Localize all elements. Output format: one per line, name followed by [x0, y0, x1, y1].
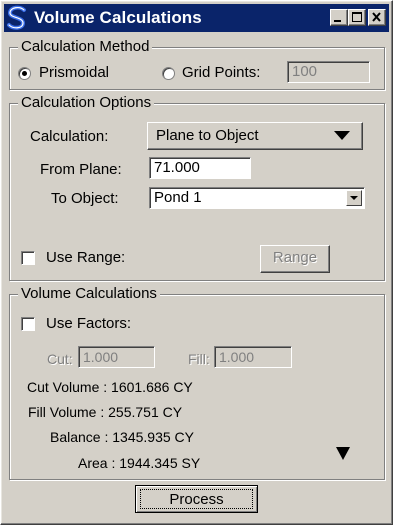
geopak-s-icon — [7, 5, 26, 30]
prismoidal-radio[interactable] — [18, 67, 31, 80]
to-object-select[interactable]: Pond 1 — [149, 187, 365, 209]
from-plane-input[interactable]: 71.000 — [149, 157, 251, 179]
calculation-method-legend: Calculation Method — [18, 38, 153, 56]
volume-calculations-group: Volume Calculations Use Factors: Cut: 1.… — [9, 285, 385, 480]
close-button[interactable] — [368, 9, 386, 26]
to-object-dropdown-button[interactable] — [346, 190, 362, 206]
balance-result: Balance : 1345.935 CY — [50, 429, 194, 445]
calculation-options-group: Calculation Options Calculation: Plane t… — [9, 94, 385, 281]
cut-volume-result: Cut Volume : 1601.686 CY — [27, 379, 193, 395]
minimize-button[interactable] — [330, 9, 348, 26]
to-object-value: Pond 1 — [154, 189, 202, 206]
process-button-label: Process — [140, 489, 253, 509]
volume-calculations-legend: Volume Calculations — [18, 285, 160, 303]
area-result: Area : 1944.345 SY — [78, 455, 201, 471]
fill-factor-input[interactable]: 1.000 — [214, 346, 292, 368]
calculation-method-group: Calculation Method Prismoidal Grid Point… — [9, 38, 385, 90]
process-button[interactable]: Process — [135, 485, 258, 513]
maximize-button[interactable] — [348, 9, 366, 26]
title-bar[interactable]: Volume Calculations — [4, 4, 389, 32]
to-object-label: To Object: — [51, 190, 119, 207]
calculation-label: Calculation: — [30, 128, 109, 145]
minimize-icon — [334, 20, 341, 22]
use-factors-label: Use Factors: — [46, 315, 132, 332]
grid-points-label: Grid Points: — [182, 64, 261, 81]
chevron-down-icon — [350, 196, 358, 200]
triangle-down-icon[interactable] — [336, 447, 350, 460]
from-plane-label: From Plane: — [40, 161, 122, 178]
prismoidal-label: Prismoidal — [39, 64, 110, 81]
use-factors-checkbox[interactable] — [21, 317, 35, 331]
cut-factor-label: Cut: — [47, 351, 73, 367]
calculation-options-legend: Calculation Options — [18, 94, 155, 112]
calculation-dropdown-value: Plane to Object — [156, 127, 259, 144]
fill-factor-label: Fill: — [188, 351, 210, 367]
fill-volume-result: Fill Volume : 255.751 CY — [28, 404, 183, 420]
close-icon — [372, 12, 381, 22]
range-button[interactable]: Range — [260, 245, 330, 273]
grid-points-input[interactable]: 100 — [287, 61, 370, 83]
window-title: Volume Calculations — [34, 8, 202, 27]
use-range-label: Use Range: — [46, 249, 126, 266]
grid-points-radio[interactable] — [162, 67, 175, 80]
calculation-dropdown[interactable]: Plane to Object — [147, 122, 363, 150]
use-range-checkbox[interactable] — [21, 251, 35, 265]
maximize-icon — [352, 12, 362, 22]
dropdown-arrow-icon — [334, 131, 350, 140]
volume-calculations-window: Volume Calculations Calculation Method P… — [0, 0, 393, 525]
cut-factor-input[interactable]: 1.000 — [78, 346, 155, 368]
